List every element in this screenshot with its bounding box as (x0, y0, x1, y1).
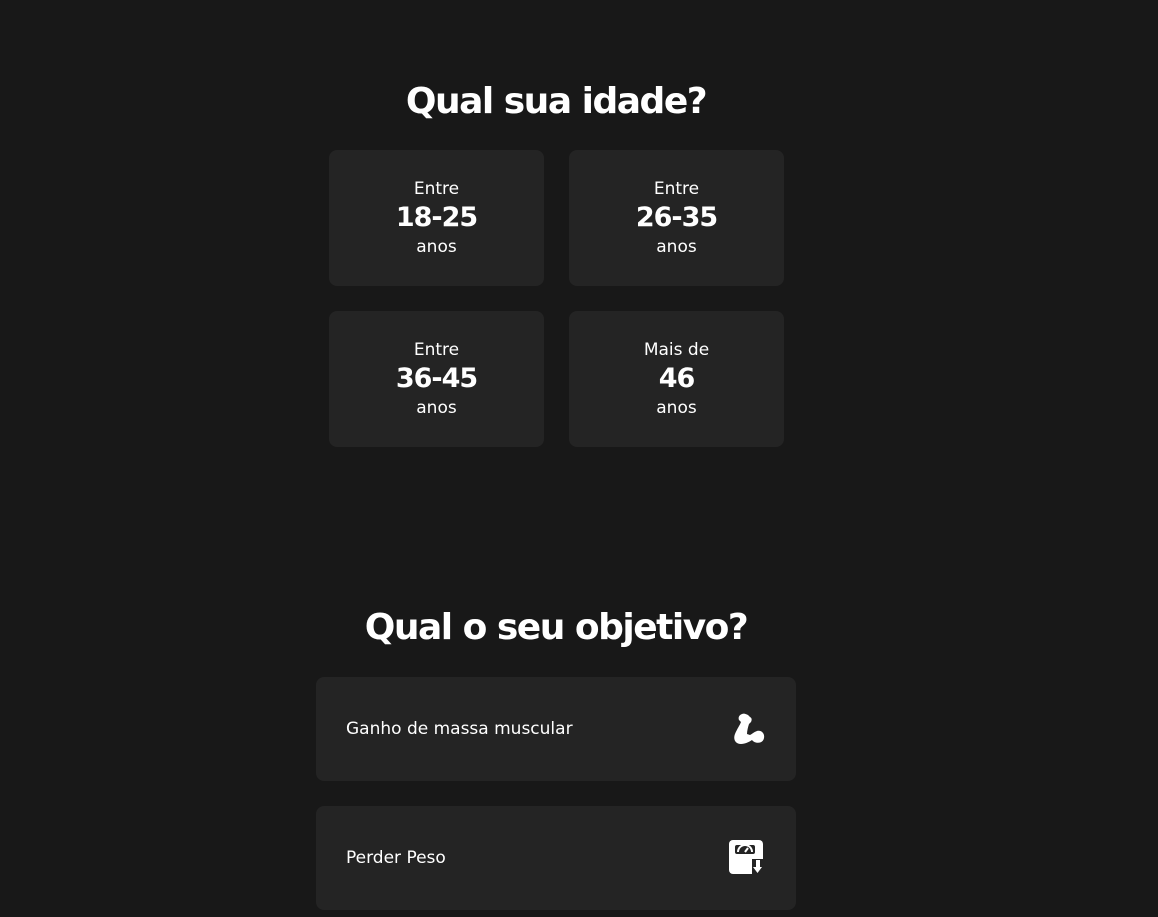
goal-question-title: Qual o seu objetivo? (364, 607, 749, 648)
weight-scale-icon (726, 838, 766, 878)
age-option-range: 18-25 (395, 202, 478, 233)
age-option-prefix: Entre (653, 179, 700, 199)
goal-option-label: Perder Peso (346, 848, 446, 868)
age-option-prefix: Entre (413, 179, 460, 199)
age-option-prefix: Mais de (643, 340, 710, 360)
age-option-suffix: anos (656, 237, 697, 257)
age-option-prefix: Entre (413, 340, 460, 360)
flexed-biceps-icon (726, 709, 766, 749)
age-option-range: 36-45 (395, 363, 478, 394)
age-question-title: Qual sua idade? (405, 81, 708, 122)
goal-option-muscle-gain[interactable]: Ganho de massa muscular (316, 677, 796, 781)
age-option-suffix: anos (416, 237, 457, 257)
age-option-18-25[interactable]: Entre 18-25 anos (329, 150, 544, 286)
age-option-suffix: anos (656, 398, 697, 418)
age-option-36-45[interactable]: Entre 36-45 anos (329, 311, 544, 447)
age-option-range: 46 (658, 363, 696, 394)
goal-option-lose-weight[interactable]: Perder Peso (316, 806, 796, 910)
page: Qual sua idade? Entre 18-25 anos Entre 2… (0, 0, 1158, 917)
age-option-range: 26-35 (635, 202, 718, 233)
goal-option-label: Ganho de massa muscular (346, 719, 573, 739)
age-option-suffix: anos (416, 398, 457, 418)
age-option-26-35[interactable]: Entre 26-35 anos (569, 150, 784, 286)
age-option-46-plus[interactable]: Mais de 46 anos (569, 311, 784, 447)
